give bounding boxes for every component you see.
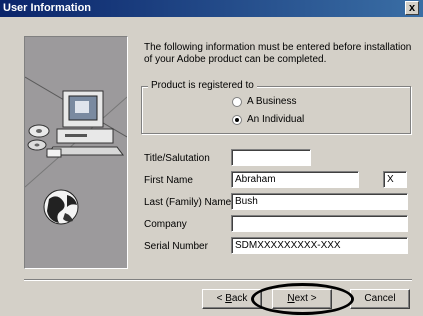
next-button[interactable]: Next > — [272, 289, 332, 309]
radio-individual-dot[interactable] — [232, 114, 242, 125]
title-input[interactable] — [231, 149, 311, 166]
cancel-button[interactable]: Cancel — [350, 289, 410, 309]
close-icon: x — [408, 2, 416, 14]
radio-individual-label: An Individual — [247, 114, 305, 125]
installer-art-panel — [24, 36, 128, 269]
last-name-input[interactable]: Bush — [231, 193, 408, 210]
registration-group-label: Product is registered to — [148, 80, 257, 91]
radio-business-dot[interactable] — [232, 96, 242, 107]
intro-text: The following information must be entere… — [144, 42, 412, 65]
company-input[interactable] — [231, 215, 408, 232]
next-button-accel: N — [287, 293, 295, 304]
globe-icon — [43, 189, 79, 225]
company-label: Company — [144, 219, 187, 230]
radio-business-label: A Business — [247, 96, 297, 107]
radio-business[interactable]: A Business — [232, 96, 296, 107]
back-button-rest: ack — [231, 293, 248, 304]
last-name-label: Last (Family) Name — [144, 197, 232, 208]
back-button[interactable]: < Back — [202, 289, 262, 309]
cd-disc-icon — [27, 124, 62, 158]
back-button-accel: B — [225, 293, 232, 304]
window-title: User Information — [3, 2, 92, 14]
next-button-rest: ext > — [294, 293, 317, 304]
button-separator — [24, 279, 412, 281]
radio-individual[interactable]: An Individual — [232, 114, 304, 125]
middle-initial-input[interactable]: X — [383, 171, 407, 188]
registration-groupbox — [141, 86, 411, 134]
first-name-input[interactable]: Abraham — [231, 171, 359, 188]
serial-number-input[interactable]: SDMXXXXXXXXX-XXX — [231, 237, 408, 254]
serial-label: Serial Number — [144, 241, 208, 252]
close-button[interactable]: x — [405, 1, 419, 15]
back-button-prefix: < — [216, 293, 226, 304]
first-name-label: First Name — [144, 175, 193, 186]
title-label: Title/Salutation — [144, 153, 210, 164]
computer-icon — [46, 90, 124, 156]
title-bar: User Information x — [0, 0, 423, 17]
